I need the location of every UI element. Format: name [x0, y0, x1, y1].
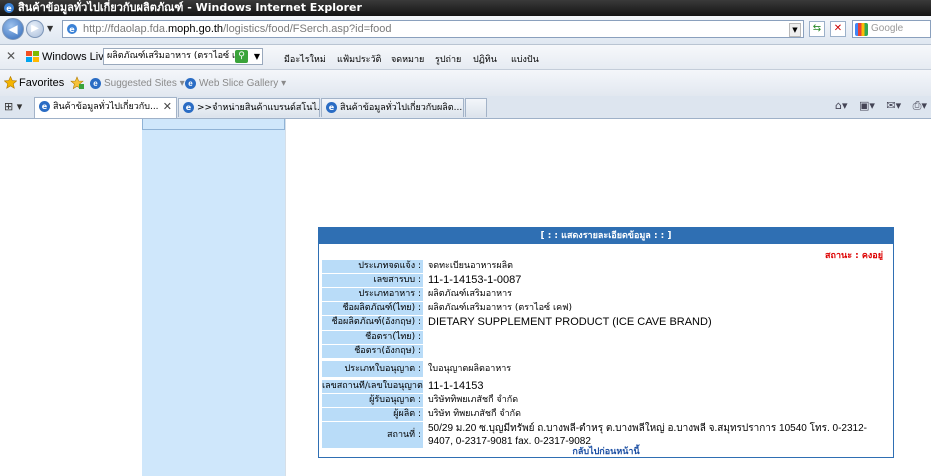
mail-icon[interactable]: ✉▾ — [886, 99, 901, 112]
tab-favicon-icon: e — [39, 101, 50, 112]
suggested-sites-icon: e — [90, 78, 101, 89]
row-label: เลขสถานที่/เลขใบอนุญาต : — [322, 380, 423, 393]
close-toolbar-icon[interactable]: ✕ — [6, 49, 16, 63]
favorites-bar: Favorites e Suggested Sites ▾ e Web Slice … — [0, 70, 931, 96]
row-value: ผลิตภัณฑ์เสริมอาหาร (ตราไอซ์ เคฟ) — [425, 302, 891, 315]
recent-pages-dropdown-icon[interactable]: ▼ — [47, 24, 53, 33]
stop-icon[interactable]: ✕ — [830, 21, 846, 37]
row-value: จดทะเบียนอาหารผลิต — [425, 260, 891, 273]
address-url[interactable]: http://fdaolap.fda.moph.go.th/logistics/… — [83, 22, 392, 37]
quick-tabs-icon[interactable]: ⊞ ▾ — [4, 100, 22, 113]
detail-row: ชื่อตรา(อังกฤษ) : — [322, 345, 891, 358]
links-item-whats-new[interactable]: มีอะไรใหม่ — [284, 52, 326, 66]
feeds-icon[interactable]: ▣▾ — [859, 99, 875, 112]
row-value: ใบอนุญาตผลิตอาหาร — [425, 361, 891, 377]
row-label: ประเภทใบอนุญาต : — [322, 361, 423, 377]
row-value — [425, 331, 891, 344]
tab-favicon-icon: e — [183, 102, 194, 113]
home-icon[interactable]: ⌂▾ — [835, 99, 848, 112]
back-link[interactable]: กลับไปก่อนหน้านี้ — [319, 444, 893, 458]
favorites-button[interactable]: Favorites — [19, 77, 64, 89]
detail-row: ผู้รับอนุญาต : บริษัททิพยเภสัชกี้ จำกัด — [322, 394, 891, 407]
windows-live-search-input[interactable]: ผลิตภัณฑ์เสริมอาหาร (ตราไอซ์ เค ⚲ ▼ — [103, 48, 263, 65]
search-dropdown-icon[interactable]: ▼ — [254, 49, 260, 64]
search-input[interactable]: Google — [852, 20, 931, 38]
row-value: บริษัททิพยเภสัชกี้ จำกัด — [425, 394, 891, 407]
windows-live-search-value: ผลิตภัณฑ์เสริมอาหาร (ตราไอซ์ เค — [107, 51, 242, 61]
search-go-icon[interactable]: ⚲ — [235, 50, 248, 63]
tab-2[interactable]: e >>จำหน่ายสินค้าแบรนด์สโนไ... — [178, 98, 320, 117]
row-value: 11-1-14153 — [425, 380, 891, 393]
search-placeholder: Google — [871, 23, 904, 34]
links-item-photos[interactable]: รูปถ่าย — [435, 52, 461, 66]
print-icon[interactable]: ⎙▾ — [913, 99, 927, 112]
ie-logo-icon: e — [4, 3, 14, 13]
windows-live-link[interactable]: Windows Live — [42, 51, 110, 63]
detail-row: ชื่อผลิตภัณฑ์(ไทย) : ผลิตภัณฑ์เสริมอาหาร… — [322, 302, 891, 315]
detail-row: ชื่อผลิตภัณฑ์(อังกฤษ) : DIETARY SUPPLEME… — [322, 316, 891, 330]
links-item-share[interactable]: แบ่งปัน — [511, 52, 539, 66]
page-content: [ : : แสดงรายละเอียดข้อมูล : : ] สถานะ :… — [0, 119, 931, 476]
google-logo-icon — [855, 23, 868, 36]
row-label: ผู้ผลิต : — [322, 408, 423, 421]
windows-live-toolbar: ✕ Windows Live ผลิตภัณฑ์เสริมอาหาร (ตราไ… — [0, 45, 931, 70]
forward-button[interactable]: ▶ — [26, 20, 44, 38]
column-divider — [285, 119, 286, 476]
tab-favicon-icon: e — [326, 102, 337, 113]
row-label: ประเภทอาหาร : — [322, 288, 423, 301]
row-value: ผลิตภัณฑ์เสริมอาหาร — [425, 288, 891, 301]
row-label: ชื่อตรา(ไทย) : — [322, 331, 423, 344]
back-button[interactable]: ◀ — [2, 18, 24, 40]
links-item-mail[interactable]: จดหมาย — [391, 52, 424, 66]
detail-row: เลขสถานที่/เลขใบอนุญาต : 11-1-14153 — [322, 380, 891, 393]
sidebar-box — [142, 119, 285, 130]
window-title: สินค้าข้อมูลทั่วไปเกี่ยวกับผลิตภัณฑ์ - W… — [18, 1, 362, 14]
web-slice-icon: e — [185, 78, 196, 89]
detail-row: ผู้ผลิต : บริษัท ทิพยเภสัชกี้ จำกัด — [322, 408, 891, 421]
row-value — [425, 345, 891, 358]
links-item-profile[interactable]: แฟ้มประวัติ — [337, 52, 381, 66]
row-value: บริษัท ทิพยเภสัชกี้ จำกัด — [425, 408, 891, 421]
detail-row: ประเภทใบอนุญาต : ใบอนุญาตผลิตอาหาร — [322, 361, 891, 377]
detail-row: ชื่อตรา(ไทย) : — [322, 331, 891, 344]
row-label: ประเภทจดแจ้ง : — [322, 260, 423, 273]
tab-bar: ⊞ ▾ e สินค้าข้อมูลทั่วไปเกี่ยวกับ... ✕ e >… — [0, 96, 931, 119]
detail-row: ประเภทจดแจ้ง : จดทะเบียนอาหารผลิต — [322, 260, 891, 273]
page-favicon-icon: e — [67, 24, 77, 34]
compatibility-view-icon[interactable]: ⇆ — [809, 21, 825, 37]
detail-row: เลขสารบบ : 11-1-14153-1-0087 — [322, 274, 891, 287]
tab-close-icon[interactable]: ✕ — [163, 98, 172, 116]
new-tab-button[interactable] — [465, 98, 487, 117]
row-label: เลขสารบบ : — [322, 274, 423, 287]
row-label: ชื่อผลิตภัณฑ์(อังกฤษ) : — [322, 316, 423, 330]
add-to-favorites-bar-icon[interactable] — [70, 76, 84, 90]
favorites-star-icon — [4, 76, 17, 89]
svg-text:e: e — [69, 25, 75, 34]
row-label: ผู้รับอนุญาต : — [322, 394, 423, 407]
row-label: ชื่อผลิตภัณฑ์(ไทย) : — [322, 302, 423, 315]
svg-text:e: e — [6, 4, 12, 13]
left-sidebar — [142, 119, 285, 476]
address-bar[interactable]: e http://fdaolap.fda.moph.go.th/logistic… — [62, 20, 804, 38]
web-slice-gallery-link[interactable]: e Web Slice Gallery ▾ — [185, 78, 286, 89]
tab-3[interactable]: e สินค้าข้อมูลทั่วไปเกี่ยวกับผลิต... — [321, 98, 464, 117]
row-label: ชื่อตรา(อังกฤษ) : — [322, 345, 423, 358]
tab-1[interactable]: e สินค้าข้อมูลทั่วไปเกี่ยวกับ... ✕ — [34, 97, 177, 118]
row-value: DIETARY SUPPLEMENT PRODUCT (ICE CAVE BRA… — [425, 316, 891, 330]
detail-panel: [ : : แสดงรายละเอียดข้อมูล : : ] สถานะ :… — [318, 227, 894, 458]
address-dropdown-icon[interactable]: ▼ — [789, 23, 801, 37]
detail-row: ประเภทอาหาร : ผลิตภัณฑ์เสริมอาหาร — [322, 288, 891, 301]
address-toolbar: ◀ ▶ ▼ e http://fdaolap.fda.moph.go.th/lo… — [0, 16, 931, 45]
command-bar: ⌂▾ ▣▾ ✉▾ ⎙▾ — [827, 99, 927, 113]
window-titlebar: e สินค้าข้อมูลทั่วไปเกี่ยวกับผลิตภัณฑ์ -… — [0, 0, 931, 16]
row-value: 11-1-14153-1-0087 — [425, 274, 891, 287]
detail-header: [ : : แสดงรายละเอียดข้อมูล : : ] — [319, 228, 893, 244]
windows-live-logo-icon — [26, 51, 39, 62]
suggested-sites-link[interactable]: e Suggested Sites ▾ — [90, 78, 185, 89]
links-item-calendar[interactable]: ปฏิทิน — [473, 52, 497, 66]
